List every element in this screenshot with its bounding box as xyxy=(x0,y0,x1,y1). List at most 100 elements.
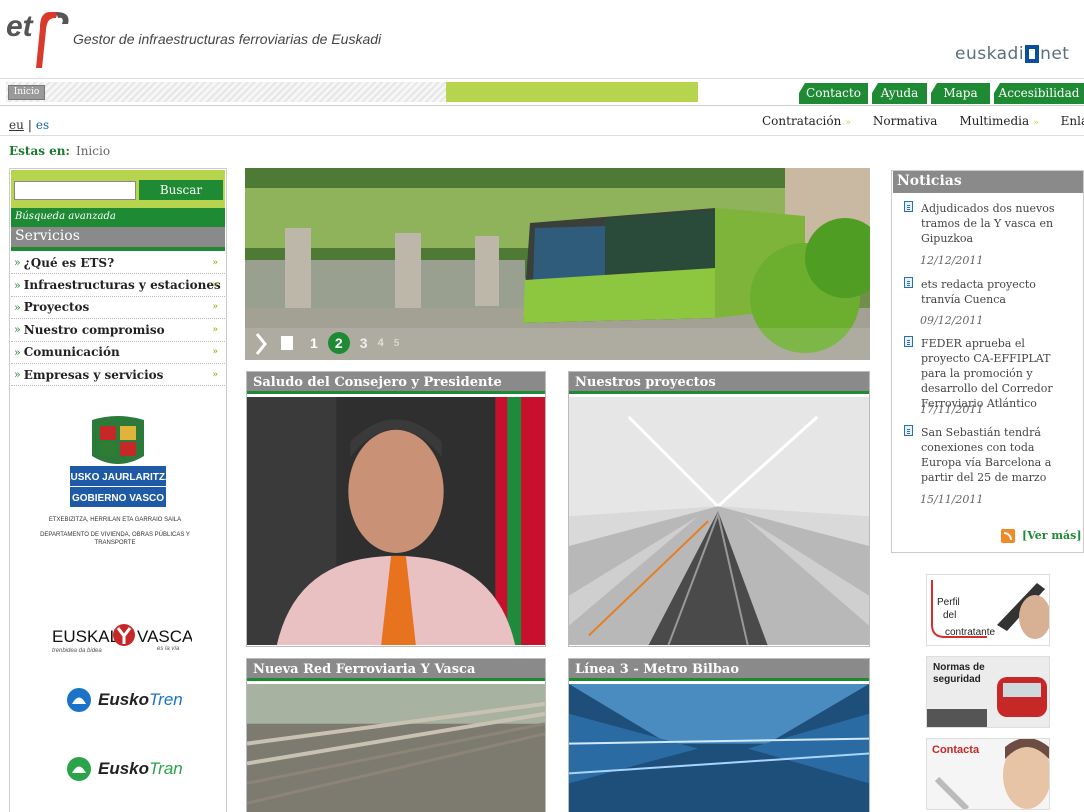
news-title[interactable]: Adjudicados dos nuevos tramos de la Y va… xyxy=(904,201,1074,246)
menu-item-normativa[interactable]: Normativa xyxy=(873,114,938,128)
gov-dept-eu: ETXEBIZITZA, HERRILAN ETA GARRAIO SAILA xyxy=(48,517,182,523)
service-label: Proyectos xyxy=(23,300,90,315)
news-title[interactable]: FEDER aprueba el proyecto CA-EFFIPLAT pa… xyxy=(904,336,1074,411)
pen-signature-icon: Perfil del contratante xyxy=(927,575,1049,645)
tab-accesibilidad[interactable]: Accesibilidad xyxy=(994,83,1084,104)
tab-contacto[interactable]: Contacto xyxy=(799,83,868,104)
banner-normas-seguridad[interactable]: Normas de seguridad xyxy=(926,656,1050,728)
panel-y-vasca[interactable]: Nueva Red Ferroviaria Y Vasca xyxy=(246,658,546,812)
euskal-y-sub-right: es la vía xyxy=(157,646,180,652)
breadcrumb: Estas en: Inicio xyxy=(9,144,110,158)
menu-item-multimedia[interactable]: Multimedia» xyxy=(959,114,1038,128)
main-menu: Contratación» Normativa Multimedia» Enla… xyxy=(762,114,1084,128)
arrow-right-icon: » xyxy=(14,278,21,292)
panel-title[interactable]: Nuestros proyectos xyxy=(569,372,869,394)
news-item[interactable]: ets redacta proyecto tranvía Cuenca xyxy=(904,277,1074,307)
rss-icon[interactable] xyxy=(1001,529,1015,543)
service-label: Comunicación xyxy=(23,345,120,360)
chevron-down-icon: » xyxy=(212,347,218,358)
header-divider xyxy=(0,78,1084,79)
service-empresas[interactable]: » Empresas y servicios» xyxy=(11,364,225,387)
service-infraestructuras[interactable]: » Infraestructuras y estaciones» xyxy=(11,274,225,297)
svg-text:et: et xyxy=(6,10,35,43)
search-input[interactable] xyxy=(14,181,136,200)
tab-ayuda[interactable]: Ayuda xyxy=(872,83,927,104)
search-button[interactable]: Buscar xyxy=(139,180,223,200)
euskal-y-left: EUSKAL xyxy=(52,627,119,646)
euskal-y-right: VASCA xyxy=(137,627,192,646)
panel-title[interactable]: Nueva Red Ferroviaria Y Vasca xyxy=(247,659,545,681)
headset-operator-icon: Contacta xyxy=(927,739,1049,809)
news-item[interactable]: San Sebastián tendrá conexiones con toda… xyxy=(904,425,1074,485)
home-button[interactable]: Inicio xyxy=(8,85,45,100)
gobierno-vasco-logo[interactable]: EUSKO JAURLARITZA GOBIERNO VASCO xyxy=(70,416,166,508)
menu-divider xyxy=(0,135,1084,136)
hero-page-3[interactable]: 3 xyxy=(360,335,368,351)
chevron-down-icon: » xyxy=(1033,118,1039,128)
metro-tunnel-photo[interactable] xyxy=(569,684,869,812)
news-item[interactable]: FEDER aprueba el proyecto CA-EFFIPLAT pa… xyxy=(904,336,1074,411)
service-proyectos[interactable]: » Proyectos» xyxy=(11,297,225,320)
gov-logo-line2: GOBIERNO VASCO xyxy=(72,493,164,504)
gov-logo-line1: EUSKO JAURLARITZA xyxy=(70,472,166,483)
ets-logo[interactable]: et xyxy=(6,6,72,70)
panel-proyectos[interactable]: Nuestros proyectos xyxy=(568,371,870,647)
services-list: » ¿Qué es ETS?» » Infraestructuras y estac… xyxy=(11,252,225,387)
lang-es-link[interactable]: es xyxy=(36,118,49,132)
arrow-right-icon: » xyxy=(14,368,21,382)
euskadi-net-left: euskadi xyxy=(955,44,1025,64)
president-photo[interactable] xyxy=(247,397,545,646)
euskotran-logo[interactable]: Eusko Tran xyxy=(66,755,183,783)
service-label: Empresas y servicios xyxy=(23,367,164,382)
news-title[interactable]: ets redacta proyecto tranvía Cuenca xyxy=(904,277,1074,307)
panel-linea3[interactable]: Línea 3 - Metro Bilbao xyxy=(568,658,870,812)
tab-mapa[interactable]: Mapa xyxy=(931,83,990,104)
menu-item-contratacion[interactable]: Contratación» xyxy=(762,114,851,128)
arrow-right-icon: » xyxy=(14,300,21,314)
perfil-line3: contratante xyxy=(945,627,995,638)
euskotren-icon xyxy=(67,688,91,712)
railway-tracks-photo[interactable] xyxy=(247,684,545,812)
metro-station-photo[interactable] xyxy=(569,397,869,646)
site-title: Gestor de infraestructuras ferroviarias … xyxy=(73,31,382,47)
service-comunicacion[interactable]: » Comunicación» xyxy=(11,342,225,364)
service-label: Infraestructuras y estaciones xyxy=(23,278,221,293)
service-label: Nuestro compromiso xyxy=(23,322,165,337)
banner-contacta[interactable]: Contacta xyxy=(926,738,1050,810)
chevron-down-icon: » xyxy=(212,257,218,268)
euskadi-net-logo[interactable]: euskadi net xyxy=(955,44,1069,64)
service-que-es-ets[interactable]: » ¿Qué es ETS?» xyxy=(11,252,225,275)
services-heading: Servicios xyxy=(11,227,225,247)
euskotren-logo[interactable]: Eusko Tren xyxy=(66,686,183,714)
news-date: 15/11/2011 xyxy=(920,493,984,506)
lang-separator: | xyxy=(27,118,32,132)
train-icon: Normas de seguridad xyxy=(927,657,1049,727)
arrow-right-icon: » xyxy=(14,323,21,337)
hero-page-4[interactable]: 4 xyxy=(378,337,384,349)
gov-dept-es: DEPARTAMENTO DE VIVIENDA, OBRAS PÚBLICAS… xyxy=(40,532,190,546)
news-item[interactable]: Adjudicados dos nuevos tramos de la Y va… xyxy=(904,201,1074,246)
document-icon xyxy=(904,277,913,288)
service-label: ¿Qué es ETS? xyxy=(23,255,115,270)
panel-title[interactable]: Línea 3 - Metro Bilbao xyxy=(569,659,869,681)
hero-page-1[interactable]: 1 xyxy=(310,335,318,351)
lang-eu-link[interactable]: eu xyxy=(9,118,24,132)
hero-page-2[interactable]: 2 xyxy=(327,332,350,354)
euskal-y-vasca-logo[interactable]: EUSKAL VASCA trenbidea da bidea es la ví… xyxy=(52,622,192,654)
advanced-search-link[interactable]: Búsqueda avanzada xyxy=(11,208,225,227)
hero-pagination: 1 2 3 4 5 xyxy=(256,332,399,354)
news-date: 12/12/2011 xyxy=(920,254,984,267)
perfil-line2: del xyxy=(943,610,956,621)
banner-perfil-contratante[interactable]: Perfil del contratante xyxy=(926,574,1050,646)
panel-title[interactable]: Saludo del Consejero y Presidente xyxy=(247,372,545,394)
euskotran-icon xyxy=(67,757,91,781)
news-more-link[interactable]: [Ver más] xyxy=(1022,529,1082,542)
news-title[interactable]: San Sebastián tendrá conexiones con toda… xyxy=(904,425,1074,485)
service-compromiso[interactable]: » Nuestro compromiso» xyxy=(11,319,225,342)
breadcrumb-current[interactable]: Inicio xyxy=(76,144,110,158)
panel-saludo[interactable]: Saludo del Consejero y Presidente xyxy=(246,371,546,647)
menu-item-enlaces[interactable]: Enlaces xyxy=(1061,114,1084,128)
arrow-right-icon: » xyxy=(14,345,21,359)
normas-line1: Normas de xyxy=(933,662,985,673)
hero-page-5[interactable]: 5 xyxy=(394,338,400,349)
